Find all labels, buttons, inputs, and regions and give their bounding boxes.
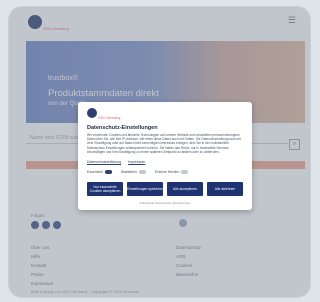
- save-settings-button[interactable]: Einstellungen speichern: [127, 182, 163, 196]
- toggle-essential[interactable]: Essenziell: [87, 170, 112, 174]
- footer-link[interactable]: AGB: [176, 254, 201, 259]
- privacy-policy-link[interactable]: Datenschutzerklärung: [87, 160, 121, 164]
- follow-label: Folgen: [31, 213, 45, 218]
- footer-link[interactable]: Datenschutz: [176, 245, 201, 250]
- cookie-consent-dialog: GS1 Germany Datenschutz-Einstellungen Wi…: [78, 102, 252, 210]
- copyright-text: Eine Lösung von GS1 Germany · Copyright …: [31, 289, 139, 294]
- dialog-body-text: Wir verwenden Cookies und ähnliche Techn…: [87, 133, 241, 154]
- hamburger-icon[interactable]: ☰: [288, 15, 296, 26]
- footer-link[interactable]: Impressum: [31, 281, 53, 286]
- footer-links-col2: Datenschutz AGB Cookies Barrierefrei: [176, 245, 201, 281]
- toggle-switch[interactable]: [138, 170, 146, 174]
- toggle-external-media[interactable]: Externe Medien: [155, 170, 189, 174]
- footer-link[interactable]: Cookies: [176, 263, 201, 268]
- logo-tag: GS1 Germany: [43, 26, 69, 31]
- footer-link[interactable]: Preise: [31, 272, 53, 277]
- footer-link[interactable]: Über uns: [31, 245, 53, 250]
- social-icon-2[interactable]: [42, 221, 50, 229]
- toggle-switch[interactable]: [104, 170, 112, 174]
- hero-subtitle: trustbox®: [48, 75, 79, 82]
- dialog-logo-tag: GS1 Germany: [98, 116, 121, 120]
- toggle-label: Externe Medien: [154, 170, 180, 174]
- accept-all-button[interactable]: Alle akzeptieren: [167, 182, 203, 196]
- dialog-links: Datenschutzerklärung Impressum: [87, 160, 151, 164]
- dialog-buttons: Nur essenzielle Cookies akzeptieren Eins…: [87, 182, 243, 196]
- social-icon-1[interactable]: [31, 221, 39, 229]
- site-logo[interactable]: [28, 15, 42, 29]
- individual-settings-link[interactable]: Individuelle Datenschutz-Einstellungen: [78, 201, 252, 205]
- hero-title-line1: Produktstammdaten direkt: [48, 88, 159, 99]
- footer-link[interactable]: Barrierefrei: [176, 272, 201, 277]
- footer-badge-icon: [179, 219, 187, 227]
- consent-toggles: Essenziell Statistiken Externe Medien: [87, 170, 196, 174]
- search-icon[interactable]: ⌕: [289, 139, 300, 150]
- footer-link[interactable]: Hilfe: [31, 254, 53, 259]
- imprint-link[interactable]: Impressum: [128, 160, 145, 164]
- social-icon-3[interactable]: [53, 221, 61, 229]
- toggle-label: Essenziell: [87, 170, 103, 174]
- dialog-title: Datenschutz-Einstellungen: [87, 125, 158, 131]
- toggle-statistics[interactable]: Statistiken: [121, 170, 146, 174]
- toggle-switch[interactable]: [181, 170, 189, 174]
- toggle-label: Statistiken: [120, 170, 137, 174]
- footer-link[interactable]: Kontakt: [31, 263, 53, 268]
- accept-essential-button[interactable]: Nur essenzielle Cookies akzeptieren: [87, 182, 123, 196]
- footer-links-col1: Über uns Hilfe Kontakt Preise Impressum: [31, 245, 53, 290]
- dialog-logo: [87, 108, 97, 118]
- reject-all-button[interactable]: Alle ablehnen: [207, 182, 243, 196]
